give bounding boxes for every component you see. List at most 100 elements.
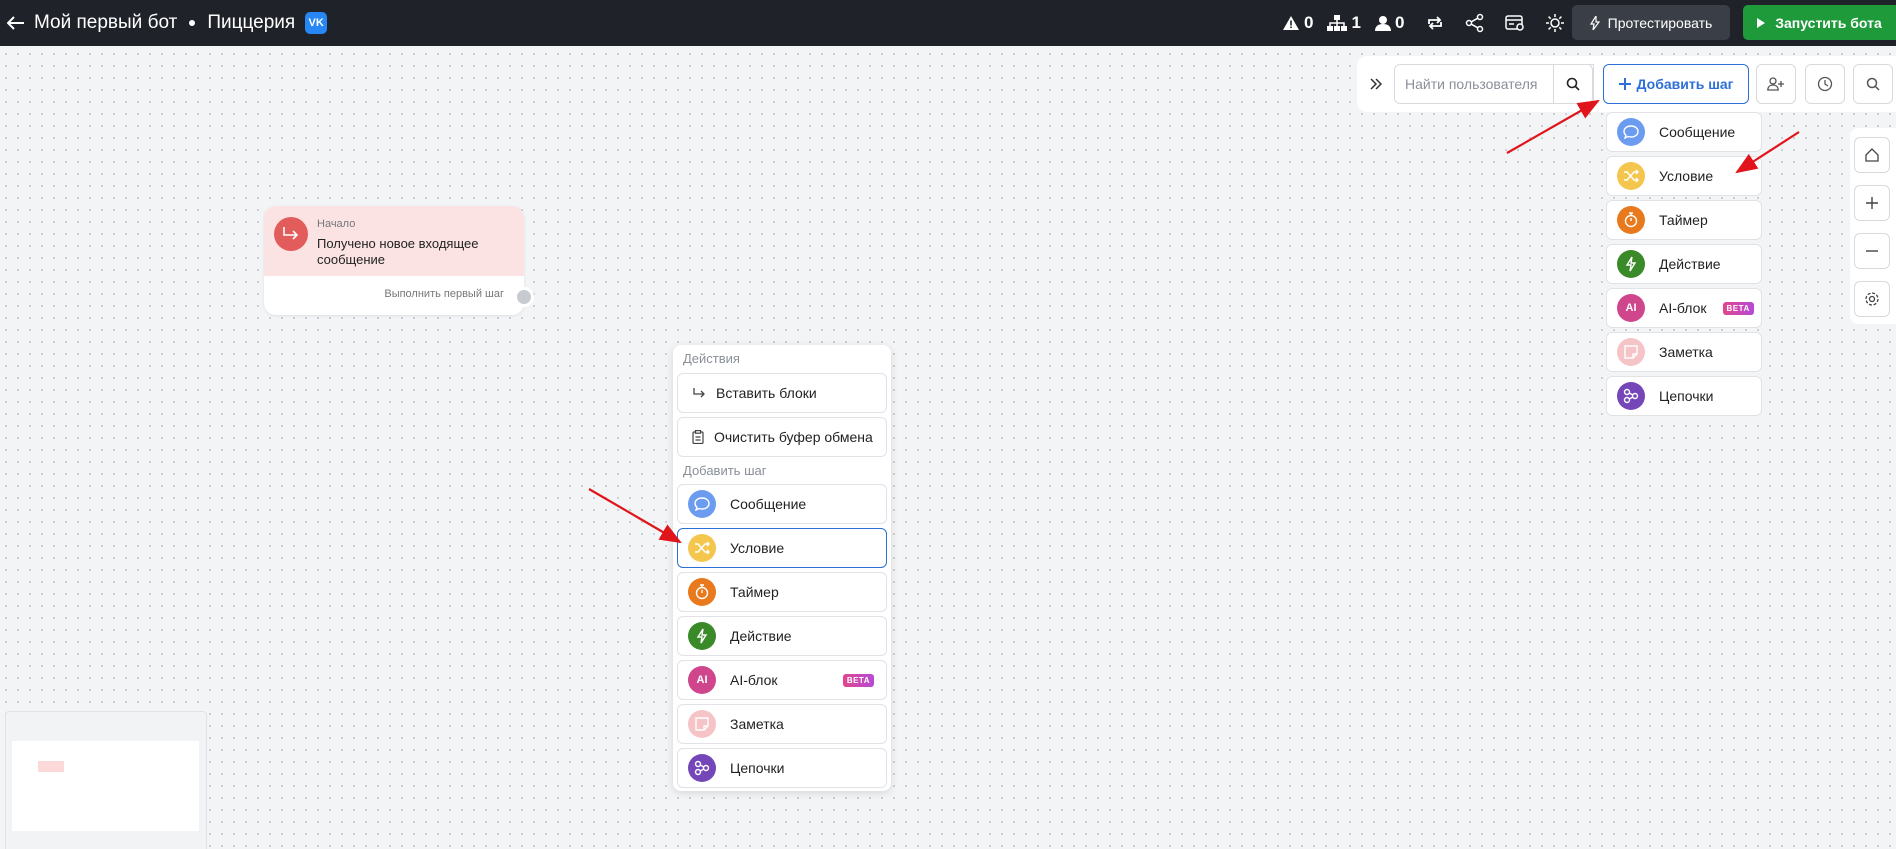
run-button-label: Запустить бота (1775, 14, 1882, 31)
back-arrow-icon[interactable] (6, 13, 26, 33)
double-chevron-right-icon[interactable] (1368, 74, 1384, 94)
ai-icon: AI (688, 666, 716, 694)
start-node-trigger: Получено новое входящее сообщение (317, 236, 479, 267)
step-item-label: AI-блок (730, 672, 778, 688)
paste-blocks-label: Вставить блоки (716, 385, 817, 401)
play-icon (1757, 17, 1766, 28)
step-item-note[interactable]: Заметка (1606, 332, 1762, 372)
step-item-chain[interactable]: Цепочки (1606, 376, 1762, 416)
clock-icon (1817, 76, 1833, 92)
project-title[interactable]: Пиццерия (207, 12, 295, 34)
canvas-search-button[interactable] (1853, 64, 1893, 104)
share-icon[interactable] (1464, 12, 1486, 34)
zoom-in-button[interactable] (1854, 185, 1890, 221)
context-add-step-title: Добавить шаг (683, 463, 767, 478)
message-icon (688, 490, 716, 518)
start-node-footer: Выполнить первый шаг (384, 288, 504, 300)
start-node-label: Начало (317, 218, 356, 230)
settings-card-icon[interactable] (1504, 12, 1526, 34)
warnings-stat[interactable]: 0 (1282, 13, 1313, 33)
gear-icon (1865, 292, 1879, 306)
step-item-message[interactable]: Сообщение (677, 484, 887, 524)
minimap-start-node (38, 761, 64, 772)
zoom-out-button[interactable] (1854, 233, 1890, 269)
vk-icon: VK (305, 12, 328, 34)
step-item-note[interactable]: Заметка (677, 704, 887, 744)
lightning-icon (688, 622, 716, 650)
search-icon (1566, 77, 1580, 91)
timer-icon (1617, 206, 1645, 234)
step-item-label: Таймер (730, 584, 779, 600)
shuffle-icon (1617, 162, 1645, 190)
beta-badge: BETA (842, 673, 874, 687)
step-item-timer[interactable]: Таймер (1606, 200, 1762, 240)
users-count: 0 (1394, 13, 1405, 32)
step-item-timer[interactable]: Таймер (677, 572, 887, 612)
step-item-label: Сообщение (1659, 124, 1736, 140)
sun-icon[interactable] (1544, 12, 1566, 34)
paste-blocks-item[interactable]: Вставить блоки (677, 373, 887, 413)
paste-arrow-icon (693, 388, 705, 398)
users-stat[interactable]: 0 (1374, 13, 1405, 33)
start-node-header: Начало Получено новое входящее сообщение (264, 206, 524, 276)
start-node[interactable]: Начало Получено новое входящее сообщение… (264, 206, 524, 315)
clear-clipboard-label: Очистить буфер обмена (714, 429, 873, 445)
clear-clipboard-item[interactable]: Очистить буфер обмена (677, 417, 887, 457)
step-item-label: Таймер (1659, 212, 1708, 228)
step-item-shuffle[interactable]: Условие (677, 528, 887, 568)
step-item-shuffle[interactable]: Условие (1606, 156, 1762, 196)
step-item-label: Сообщение (730, 496, 807, 512)
step-item-message[interactable]: Сообщение (1606, 112, 1762, 152)
run-bot-button[interactable]: Запустить бота (1743, 5, 1896, 40)
step-item-label: Действие (1659, 256, 1721, 272)
test-button[interactable]: Протестировать (1572, 5, 1730, 40)
start-node-output-handle[interactable] (514, 287, 534, 307)
history-button[interactable] (1805, 64, 1845, 104)
note-icon (688, 710, 716, 738)
timer-icon (688, 578, 716, 606)
clipboard-icon (692, 430, 704, 444)
add-step-label: Добавить шаг (1636, 76, 1734, 92)
lightning-icon (1617, 250, 1645, 278)
note-icon (1617, 338, 1645, 366)
search-icon (1866, 77, 1880, 91)
step-item-label: AI-блок (1659, 300, 1707, 316)
step-item-label: Условие (730, 540, 785, 556)
step-item-ai[interactable]: AI AI-блок BETA (1606, 288, 1762, 328)
minus-icon (1866, 250, 1878, 252)
title-separator (189, 20, 196, 26)
shuffle-icon (688, 534, 716, 562)
step-item-label: Действие (730, 628, 792, 644)
canvas-settings-button[interactable] (1854, 281, 1890, 317)
enter-arrow-icon (274, 217, 308, 251)
step-item-ai[interactable]: AI AI-блок BETA (677, 660, 887, 700)
home-icon (1865, 148, 1879, 162)
beta-badge: BETA (1722, 301, 1754, 315)
structure-stat[interactable]: 1 (1327, 13, 1361, 33)
message-icon (1617, 118, 1645, 146)
step-item-label: Цепочки (730, 760, 785, 776)
warning-icon (1283, 16, 1299, 30)
minimap-viewport[interactable] (12, 741, 199, 831)
step-item-label: Заметка (730, 716, 784, 732)
add-user-icon (1767, 77, 1784, 91)
search-user-button[interactable] (1553, 64, 1593, 104)
home-button[interactable] (1854, 137, 1890, 173)
annotation-arrow (588, 488, 682, 544)
step-item-lightning[interactable]: Действие (677, 616, 887, 656)
user-icon (1374, 16, 1391, 31)
lightning-icon (1589, 15, 1600, 30)
bot-title[interactable]: Мой первый бот (34, 12, 177, 34)
repeat-icon[interactable] (1424, 12, 1446, 34)
test-button-label: Протестировать (1607, 14, 1713, 31)
add-step-button[interactable]: Добавить шаг (1603, 64, 1749, 104)
structure-count: 1 (1351, 13, 1361, 32)
ai-icon: AI (1617, 294, 1645, 322)
chain-icon (688, 754, 716, 782)
step-item-label: Заметка (1659, 344, 1713, 360)
add-user-button[interactable] (1756, 64, 1796, 104)
step-item-lightning[interactable]: Действие (1606, 244, 1762, 284)
step-item-label: Цепочки (1659, 388, 1714, 404)
step-item-chain[interactable]: Цепочки (677, 748, 887, 788)
warnings-count: 0 (1304, 13, 1314, 32)
